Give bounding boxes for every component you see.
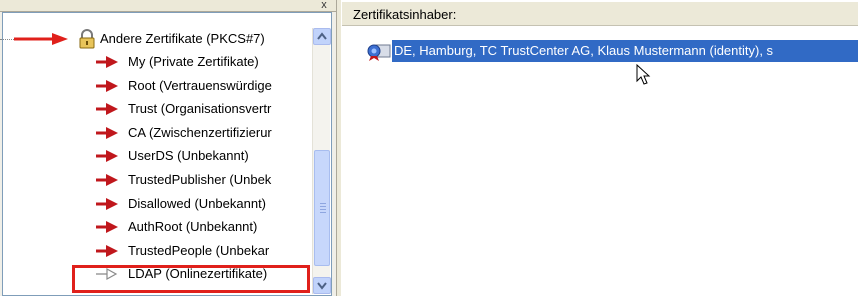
- tree-item-andere-zertifikate[interactable]: Andere Zertifikate (PKCS#7): [100, 27, 310, 51]
- red-arrow-icon: [96, 150, 118, 162]
- column-header-label: Zertifikatsinhaber:: [353, 7, 457, 22]
- scroll-thumb[interactable]: [314, 150, 330, 266]
- tree-item-label[interactable]: UserDS (Unbekannt): [128, 144, 311, 168]
- mouse-cursor-icon: [636, 64, 651, 85]
- red-arrow-icon: [96, 221, 118, 233]
- tree-item-label[interactable]: TrustedPeople (Unbekar: [128, 239, 311, 263]
- lock-icon: [79, 29, 95, 49]
- tree-item-label[interactable]: AuthRoot (Unbekannt): [128, 215, 311, 239]
- red-arrow-icon: [96, 245, 118, 257]
- annotation-highlight-box: [72, 265, 310, 293]
- tree-item-label[interactable]: Disallowed (Unbekannt): [128, 192, 311, 216]
- tree-item-label[interactable]: TrustedPublisher (Unbek: [128, 168, 311, 192]
- tree-item-label[interactable]: CA (Zwischenzertifizierur: [128, 121, 311, 145]
- chevron-down-icon: [317, 282, 327, 290]
- chevron-up-icon: [317, 32, 327, 40]
- certificate-holder-label: DE, Hamburg, TC TrustCenter AG, Klaus Mu…: [392, 40, 858, 62]
- red-arrow-icon: [96, 56, 118, 68]
- column-header-zertifikatsinhaber[interactable]: Zertifikatsinhaber:: [342, 2, 858, 26]
- scroll-up-button[interactable]: [313, 28, 331, 45]
- certificate-icon: [367, 44, 391, 61]
- tree-vertical-scrollbar[interactable]: [312, 28, 331, 294]
- annotation-pointer-arrow-icon: [14, 33, 68, 45]
- red-arrow-icon: [96, 198, 118, 210]
- certificate-tree-pane: x Andere Zertifikate (PKCS#7) My (Privat…: [0, 0, 336, 296]
- close-pane-button[interactable]: x: [316, 0, 332, 12]
- red-arrow-icon: [96, 103, 118, 115]
- tree-connector-line: [0, 39, 14, 40]
- red-arrow-icon: [96, 174, 118, 186]
- red-arrow-icon: [96, 80, 118, 92]
- tree-item-label[interactable]: Trust (Organisationsvertr: [128, 97, 311, 121]
- red-arrow-icon: [96, 127, 118, 139]
- tree-item-label[interactable]: My (Private Zertifikate): [128, 50, 311, 74]
- list-item[interactable]: DE, Hamburg, TC TrustCenter AG, Klaus Mu…: [366, 40, 858, 62]
- pane-title-strip: [0, 0, 336, 12]
- certificate-list-pane: Zertifikatsinhaber: DE, Hamburg, TC Trus…: [342, 0, 858, 296]
- scroll-down-button[interactable]: [313, 277, 331, 294]
- tree-item-label[interactable]: Root (Vertrauenswürdige: [128, 74, 311, 98]
